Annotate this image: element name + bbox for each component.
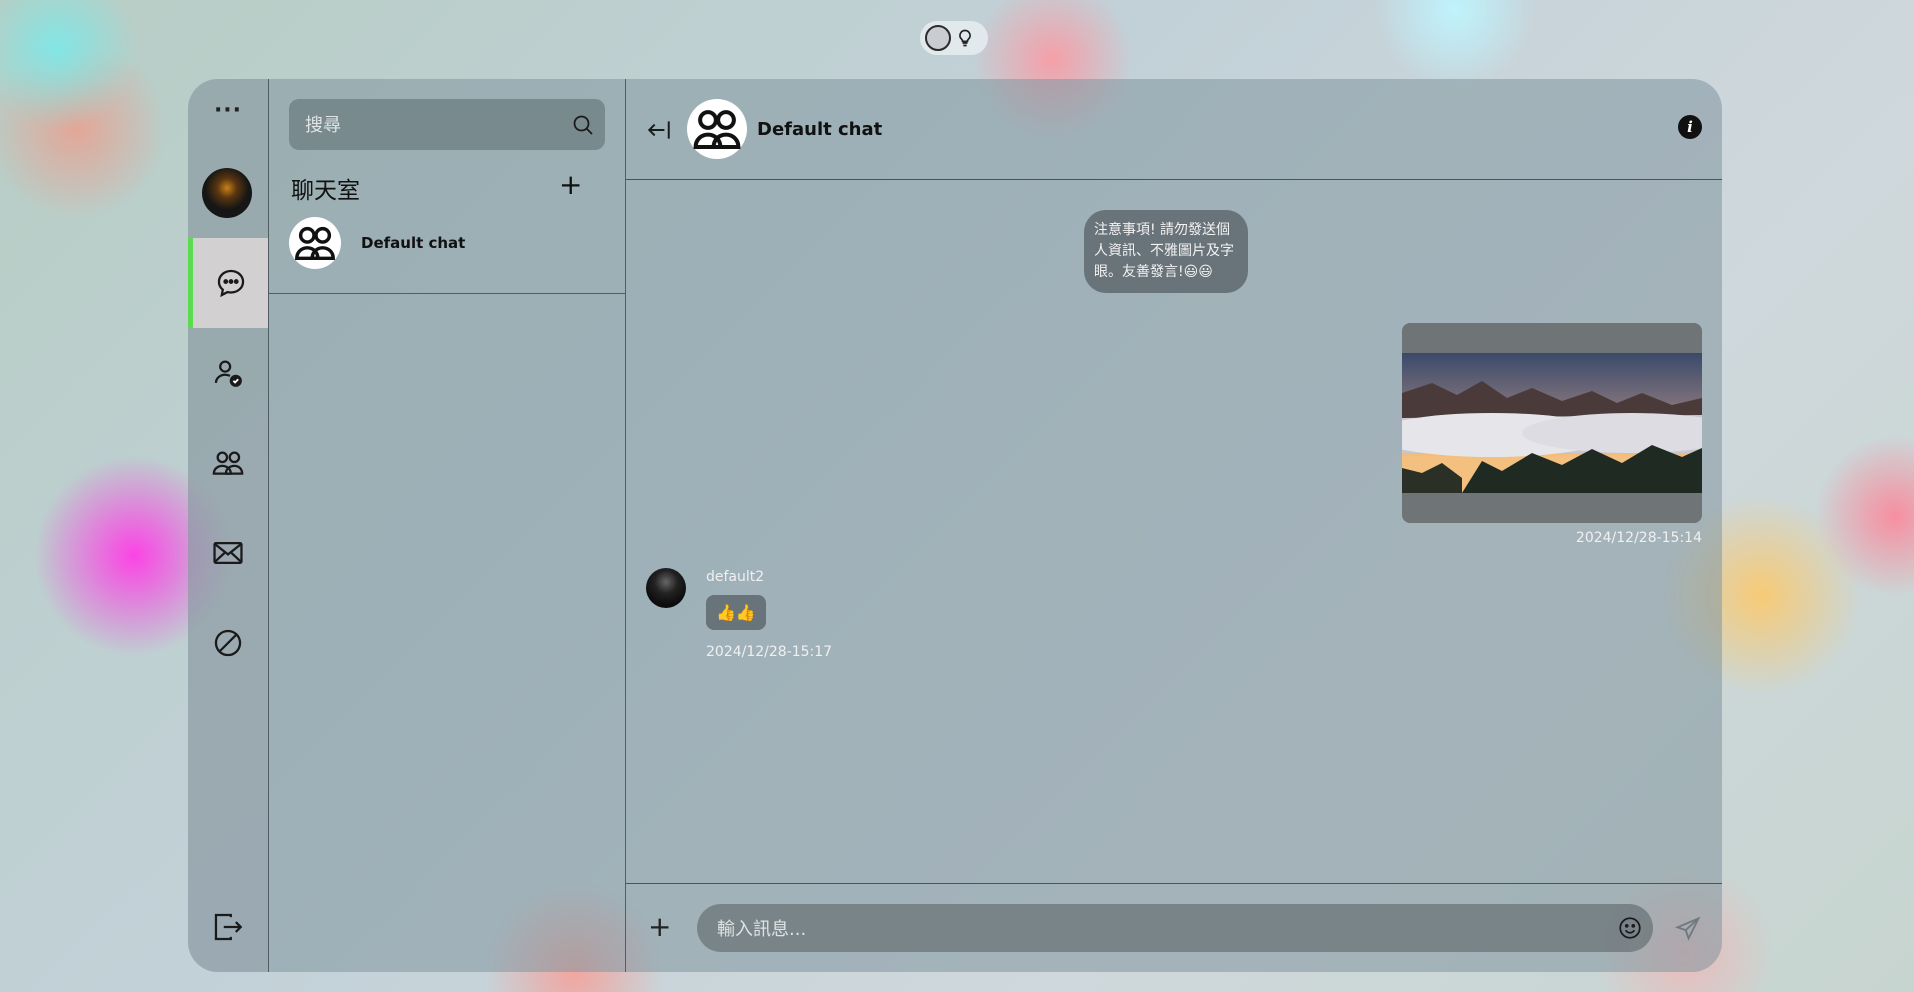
search-box [289, 99, 605, 152]
message-timestamp: 2024/12/28-15:17 [706, 644, 833, 660]
toggle-knob [925, 25, 951, 51]
logout-button[interactable] [188, 882, 268, 972]
list-item[interactable]: Default chat [269, 214, 625, 272]
list-divider [269, 293, 625, 294]
nav-blocked[interactable] [188, 598, 268, 688]
user-check-icon [214, 360, 242, 387]
nav-chats[interactable] [188, 238, 268, 328]
composer: + [626, 883, 1722, 972]
mail-icon [213, 541, 243, 565]
chat-name: Default chat [361, 234, 466, 252]
sender-avatar[interactable] [646, 568, 686, 608]
notice-message: 注意事項! 請勿發送個人資訊、不雅圖片及字眼。友善發言!😃😃 [1084, 210, 1248, 293]
more-menu-button[interactable]: ··· [188, 100, 268, 122]
chat-bubble-icon [217, 269, 244, 298]
message-input[interactable] [697, 904, 1599, 954]
nav-mail[interactable] [188, 508, 268, 598]
back-icon[interactable] [646, 117, 672, 143]
sender-name: default2 [706, 569, 765, 585]
message-timestamp: 2024/12/28-15:14 [1575, 530, 1702, 546]
logout-icon [214, 913, 243, 941]
image-message[interactable] [1402, 323, 1702, 523]
nav-rail: ··· [188, 79, 269, 972]
theme-toggle[interactable] [920, 21, 988, 55]
search-icon[interactable] [571, 113, 595, 137]
chat-pane: Default chat i 注意事項! 請勿發送個人資訊、不雅圖片及字眼。友善… [626, 79, 1722, 972]
block-icon [214, 629, 242, 657]
lightbulb-icon [959, 29, 971, 47]
emoji-icon[interactable] [1617, 915, 1643, 941]
group-icon [295, 226, 335, 261]
add-room-button[interactable]: + [559, 171, 582, 199]
rooms-title: 聊天室 [291, 178, 360, 204]
nav-friends[interactable] [188, 328, 268, 418]
chat-title: Default chat [757, 119, 883, 140]
chat-avatar [687, 99, 747, 159]
room-list-pane: 聊天室 + Default chat [269, 79, 626, 972]
chat-header: Default chat i [626, 79, 1722, 180]
send-icon[interactable] [1674, 915, 1702, 943]
search-input[interactable] [289, 99, 567, 152]
message-bubble: 👍👍 [706, 595, 766, 630]
info-icon[interactable]: i [1678, 115, 1702, 139]
users-icon [212, 451, 244, 475]
user-avatar[interactable] [202, 168, 252, 218]
group-icon [693, 110, 741, 150]
landscape-photo [1402, 353, 1702, 493]
app-window: ··· 聊天室 + Default [188, 79, 1722, 972]
attach-button[interactable]: + [648, 913, 671, 941]
nav-groups[interactable] [188, 418, 268, 508]
message-box [697, 904, 1653, 954]
group-avatar [289, 217, 341, 269]
